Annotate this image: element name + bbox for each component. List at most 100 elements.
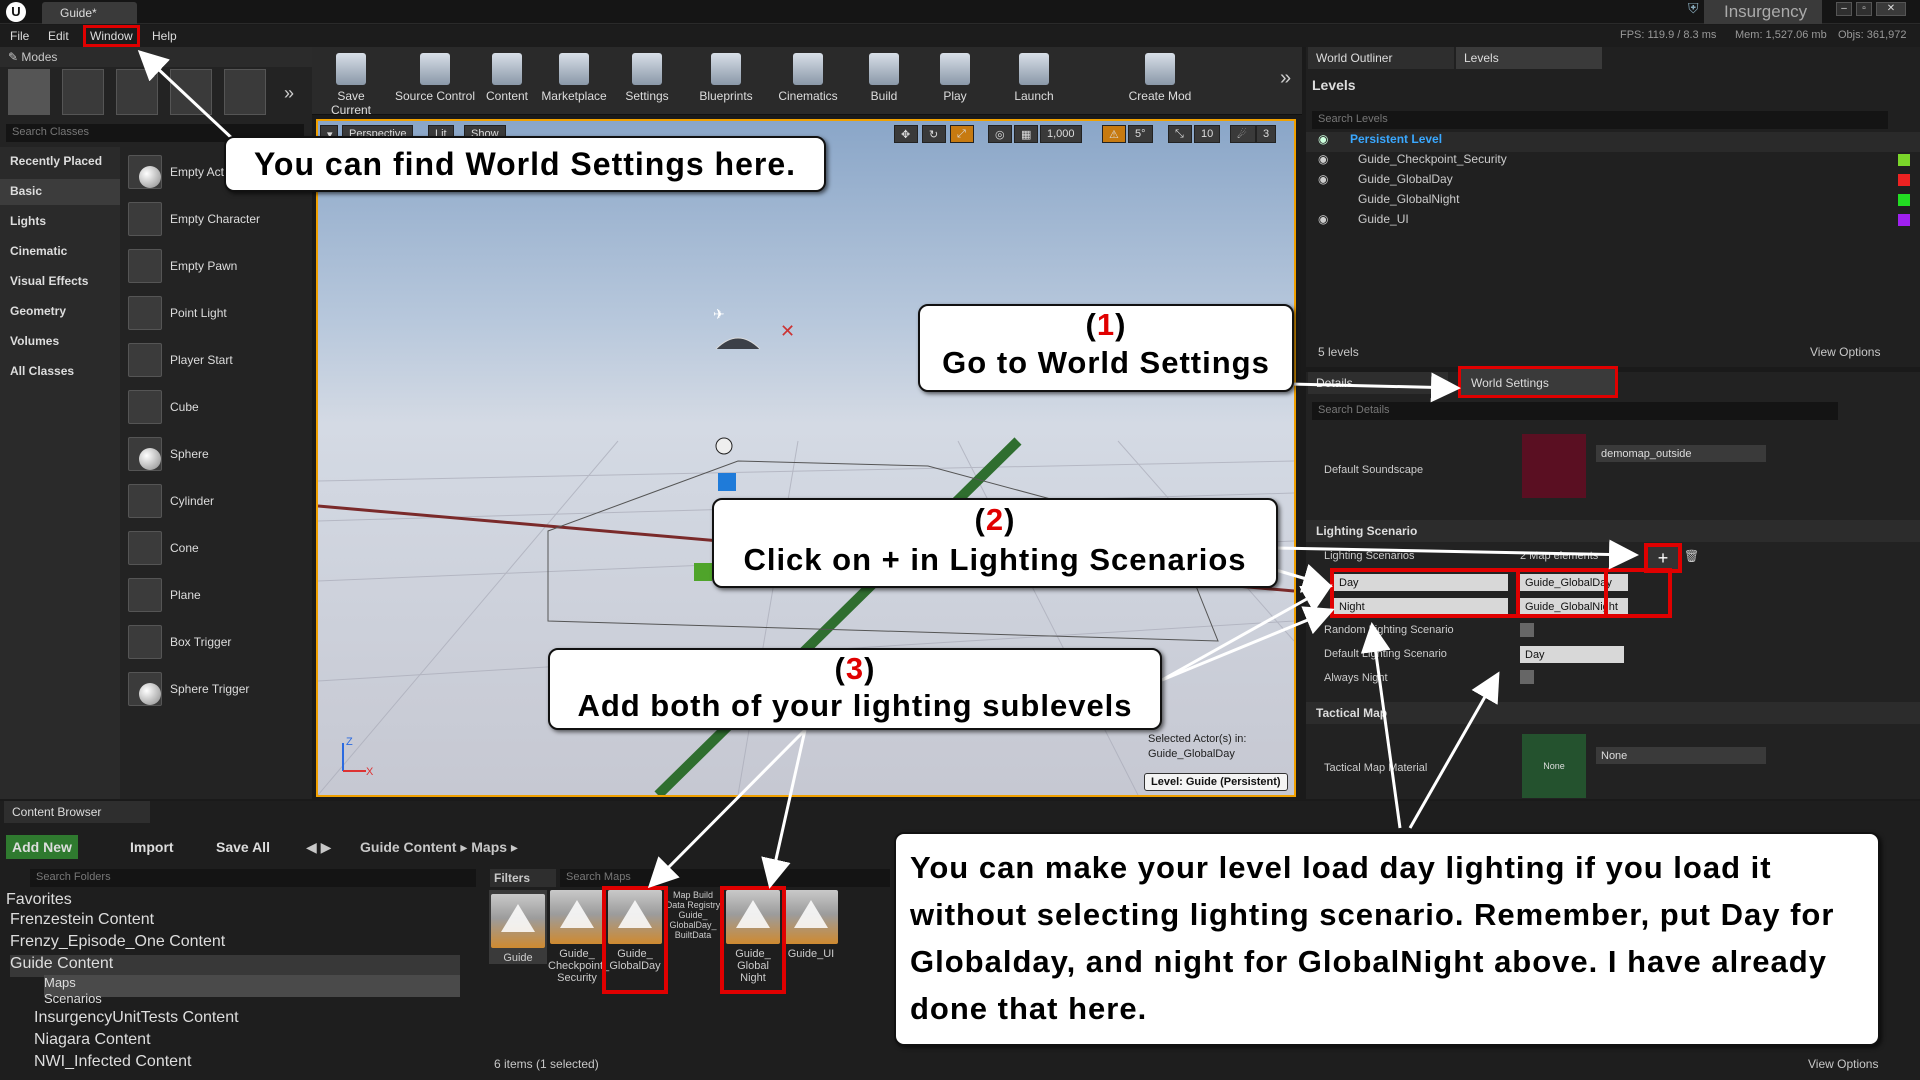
- content-view-options[interactable]: View Options: [1808, 1057, 1878, 1071]
- folder-item[interactable]: Maps: [44, 975, 460, 997]
- tactical-material-thumbnail[interactable]: None: [1522, 734, 1586, 798]
- breadcrumb-guide-content[interactable]: Guide Content: [360, 839, 456, 855]
- scale-snap-icon[interactable]: ⤡: [1168, 125, 1192, 143]
- random-scenario-checkbox[interactable]: [1520, 623, 1534, 637]
- actor-sphere-icon[interactable]: [715, 437, 733, 455]
- always-night-checkbox[interactable]: [1520, 670, 1534, 684]
- level-row[interactable]: ◉ Persistent Level: [1306, 132, 1920, 152]
- search-folders-input[interactable]: Search Folders: [30, 869, 476, 887]
- back-icon[interactable]: ◀ ▶: [306, 839, 331, 856]
- rotation-snap-value[interactable]: 5°: [1128, 125, 1153, 143]
- import-button[interactable]: Import: [124, 835, 180, 859]
- source-control-button[interactable]: Source Control: [394, 47, 476, 115]
- level-row[interactable]: ◉ Guide_GlobalDay: [1306, 172, 1920, 192]
- directional-light-icon[interactable]: ✈: [713, 306, 725, 322]
- menu-file[interactable]: File: [10, 29, 29, 43]
- cat-visual-effects[interactable]: Visual Effects: [0, 269, 120, 295]
- cat-recently-placed[interactable]: Recently Placed: [0, 149, 120, 175]
- level-color-swatch[interactable]: [1898, 174, 1910, 186]
- levels-header[interactable]: Levels: [1312, 77, 1356, 93]
- translate-icon[interactable]: ✥: [894, 125, 918, 143]
- asset-global-day-builtdata[interactable]: Map Build Data Registry Guide_ GlobalDay…: [664, 890, 722, 940]
- list-item[interactable]: Sphere: [124, 433, 304, 477]
- actor-blue-icon[interactable]: [718, 473, 736, 491]
- folder-item[interactable]: Niagara Content: [34, 1031, 151, 1053]
- asset-checkpoint-security[interactable]: Guide_ Checkpoint_ Security: [548, 890, 609, 984]
- actor-green-icon[interactable]: [694, 563, 712, 581]
- breadcrumb[interactable]: Guide Content ▸ Maps ▸: [360, 839, 518, 856]
- visibility-eye-icon[interactable]: ◉: [1318, 152, 1328, 166]
- blueprints-button[interactable]: Blueprints: [690, 47, 762, 115]
- more-modes-icon[interactable]: »: [284, 83, 294, 104]
- world-icon[interactable]: ◎: [988, 125, 1012, 143]
- content-button[interactable]: Content: [480, 47, 534, 115]
- list-item[interactable]: Player Start: [124, 339, 304, 383]
- asset-guide[interactable]: Guide: [489, 890, 547, 964]
- camera-speed-icon[interactable]: ☄: [1230, 125, 1256, 143]
- list-item[interactable]: Cylinder: [124, 480, 304, 524]
- filters-button[interactable]: Filters: [490, 869, 556, 887]
- levels-view-options[interactable]: View Options: [1810, 345, 1880, 359]
- folder-item[interactable]: Frenzy_Episode_One Content: [10, 933, 225, 955]
- menu-help[interactable]: Help: [152, 29, 177, 43]
- list-item[interactable]: Sphere Trigger: [124, 668, 304, 712]
- cat-cinematic[interactable]: Cinematic: [0, 239, 120, 265]
- tab-world-settings[interactable]: World Settings: [1458, 366, 1618, 398]
- modes-tab[interactable]: ✎ Modes: [0, 47, 312, 67]
- cat-geometry[interactable]: Geometry: [0, 299, 120, 325]
- level-color-swatch[interactable]: [1898, 154, 1910, 166]
- launch-button[interactable]: Launch: [1002, 47, 1066, 115]
- default-scenario-field[interactable]: Day: [1520, 646, 1624, 663]
- level-row[interactable]: ◉ Guide_Checkpoint_Security: [1306, 152, 1920, 172]
- scale-snap-value[interactable]: 10: [1194, 125, 1221, 143]
- level-color-swatch[interactable]: [1898, 214, 1910, 226]
- search-maps-input[interactable]: Search Maps: [560, 869, 890, 887]
- list-item[interactable]: Plane: [124, 574, 304, 618]
- cinematics-button[interactable]: Cinematics: [770, 47, 846, 115]
- paint-mode-icon[interactable]: [62, 69, 104, 115]
- soundscape-dropdown[interactable]: demomap_outside: [1596, 445, 1766, 462]
- tab-world-outliner[interactable]: World Outliner: [1308, 47, 1454, 69]
- asset-guide-ui[interactable]: Guide_UI: [782, 890, 840, 960]
- list-item[interactable]: Box Trigger: [124, 621, 304, 665]
- cat-lights[interactable]: Lights: [0, 209, 120, 235]
- maximize-icon[interactable]: ▫: [1856, 2, 1872, 16]
- menu-edit[interactable]: Edit: [48, 29, 69, 43]
- list-item[interactable]: Empty Pawn: [124, 245, 304, 289]
- list-item[interactable]: Cone: [124, 527, 304, 571]
- save-all-button[interactable]: Save All: [210, 835, 276, 859]
- grid-size-value[interactable]: 1,000: [1040, 125, 1082, 143]
- section-tactical-map[interactable]: Tactical Map: [1306, 702, 1920, 724]
- place-mode-icon[interactable]: [8, 69, 50, 115]
- folder-item[interactable]: Frenzestein Content: [10, 911, 154, 933]
- grid-snap-icon[interactable]: ▦: [1014, 125, 1038, 143]
- build-button[interactable]: Build: [858, 47, 910, 115]
- level-row[interactable]: Guide_GlobalNight: [1306, 192, 1920, 212]
- foliage-mode-icon[interactable]: [170, 69, 212, 115]
- folder-item[interactable]: NWI_Infected Content: [34, 1053, 191, 1075]
- cat-all-classes[interactable]: All Classes: [0, 359, 120, 385]
- soundscape-thumbnail[interactable]: [1522, 434, 1586, 498]
- sky-light-icon[interactable]: [715, 337, 761, 350]
- menu-window[interactable]: Window: [83, 25, 140, 47]
- level-color-swatch[interactable]: [1898, 194, 1910, 206]
- play-button[interactable]: Play: [928, 47, 982, 115]
- folder-item[interactable]: Guide Content: [10, 955, 460, 977]
- error-marker-icon[interactable]: ✕: [780, 321, 795, 341]
- marketplace-button[interactable]: Marketplace: [536, 47, 612, 115]
- level-row[interactable]: ◉ Guide_UI: [1306, 212, 1920, 232]
- cat-volumes[interactable]: Volumes: [0, 329, 120, 355]
- camera-speed-value[interactable]: 3: [1256, 125, 1277, 143]
- rotation-snap-icon[interactable]: ⚠: [1102, 125, 1126, 143]
- tab-details[interactable]: Details: [1308, 372, 1448, 394]
- create-mod-button[interactable]: Create Mod: [1120, 47, 1200, 115]
- save-current-button[interactable]: Save Current: [316, 47, 386, 117]
- minimize-icon[interactable]: –: [1836, 2, 1852, 16]
- toolbar-more-icon[interactable]: »: [1280, 67, 1291, 90]
- tab-content-browser[interactable]: Content Browser: [4, 801, 150, 823]
- breadcrumb-maps[interactable]: Maps: [471, 839, 507, 855]
- close-icon[interactable]: ✕: [1876, 2, 1906, 16]
- rotate-icon[interactable]: ↻: [922, 125, 946, 143]
- list-item[interactable]: Point Light: [124, 292, 304, 336]
- visibility-eye-icon[interactable]: ◉: [1318, 172, 1328, 186]
